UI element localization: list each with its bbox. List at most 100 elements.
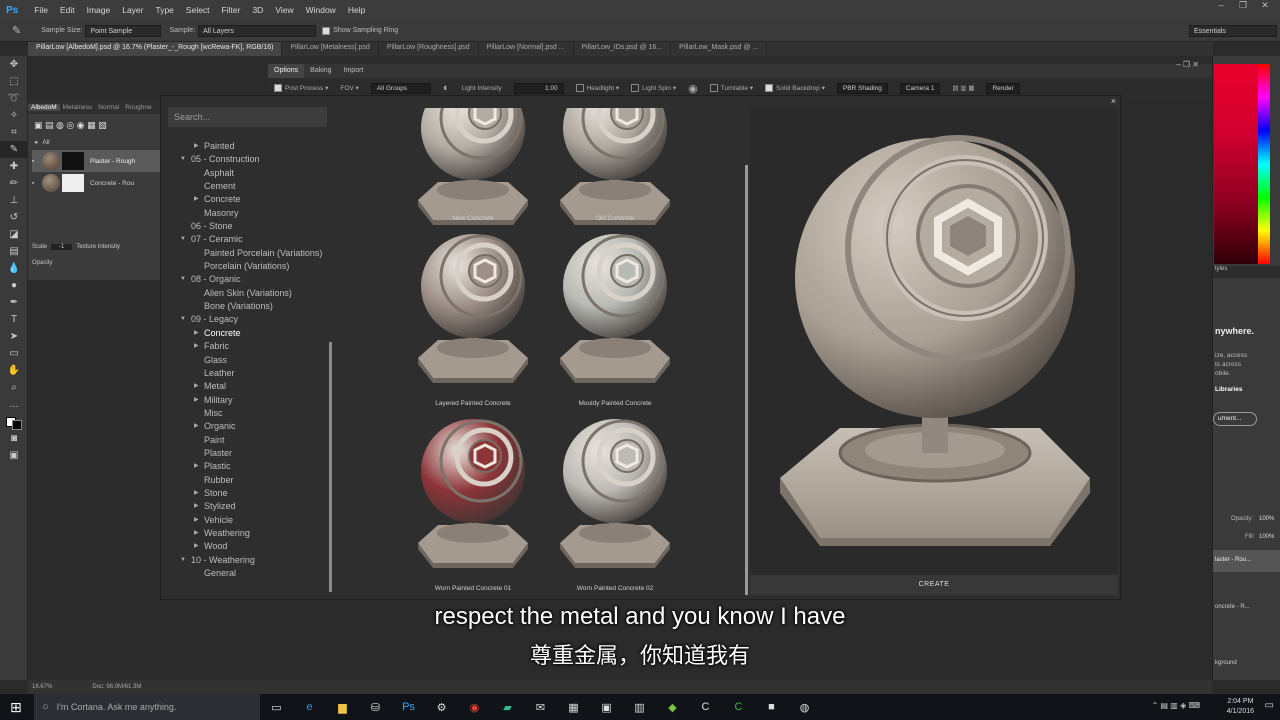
menu-layer[interactable]: Layer [116, 5, 149, 15]
styles-tab[interactable]: tyles [1213, 266, 1280, 278]
tab-normal[interactable]: Normal [95, 104, 122, 111]
chevron-right-icon[interactable]: ▶ [194, 340, 199, 353]
doc-tab[interactable]: PillarLow [AlbedoM].psd @ 16.7% (Plaster… [28, 42, 283, 56]
chevron-down-icon[interactable]: ▼ [180, 554, 186, 567]
cortana-search-box[interactable]: ○ I'm Cortana. Ask me anything. [34, 694, 260, 720]
solid-backdrop-toggle[interactable]: Solid Backdrop ▾ [765, 84, 825, 93]
pen-tool-icon[interactable]: ✒ [0, 294, 28, 311]
sample-layers-select[interactable]: All Layers [198, 24, 317, 37]
create-button[interactable]: CREATE [750, 575, 1118, 595]
quick-mask-icon[interactable]: ◙ [0, 430, 28, 447]
app-icon[interactable]: ■ [755, 694, 788, 720]
chevron-right-icon[interactable]: ▶ [194, 327, 199, 340]
gradient-tool-icon[interactable]: ▤ [0, 243, 28, 260]
shading-select[interactable]: PBR Shading [836, 82, 888, 94]
stamp-tool-icon[interactable]: ⊥ [0, 192, 28, 209]
doc-tab[interactable]: PillarLow [Roughness].psd [379, 42, 479, 56]
more-tools-icon[interactable]: … [0, 396, 28, 413]
tree-item[interactable]: 06 - Stone [170, 220, 330, 233]
tray-icons[interactable]: ⌃ ▤ ▥ ◈ ⌨ [1152, 701, 1200, 710]
store-icon[interactable]: ⛁ [359, 694, 392, 720]
task-view-icon[interactable]: ▭ [260, 694, 293, 720]
chevron-down-icon[interactable]: ▼ [180, 273, 186, 286]
tab-albedo[interactable]: AlbedoM [28, 103, 60, 111]
chevron-right-icon[interactable]: ▶ [194, 460, 199, 473]
tree-item[interactable]: General [170, 567, 330, 580]
chevron-right-icon[interactable]: ▶ [194, 514, 199, 527]
tree-item[interactable]: ▶ Organic [170, 420, 330, 433]
edge-icon[interactable]: e [293, 694, 326, 720]
scale-field[interactable]: -1 [51, 244, 73, 250]
eyedropper-tool-icon[interactable]: ✎ [0, 141, 28, 158]
tree-item[interactable]: ▼ 05 - Construction [170, 153, 330, 166]
app-icon[interactable]: ▦ [557, 694, 590, 720]
material-tile[interactable] [550, 413, 680, 573]
menu-edit[interactable]: Edit [54, 5, 81, 15]
color-swatch-icon[interactable] [0, 413, 28, 430]
panel-window-controls[interactable]: – ❐ ✕ [1176, 60, 1199, 69]
history-brush-icon[interactable]: ↺ [0, 209, 28, 226]
tree-item[interactable]: Cement [170, 180, 330, 193]
taskbar-clock[interactable]: 2:04 PM 4/1/2016 [1227, 697, 1254, 717]
workspace-select[interactable]: Essentials [1189, 24, 1277, 37]
tree-item[interactable]: ▶ Stone [170, 487, 330, 500]
chevron-right-icon[interactable]: ▶ [194, 540, 199, 553]
tree-item[interactable]: ▶ Military [170, 394, 330, 407]
eyedropper-icon[interactable]: ✎ [12, 24, 21, 37]
blur-tool-icon[interactable]: 💧 [0, 260, 28, 277]
tree-item[interactable]: ▶ Concrete [170, 193, 330, 206]
healing-tool-icon[interactable]: ✚ [0, 158, 28, 175]
app-icon[interactable]: C [689, 694, 722, 720]
post-process-toggle[interactable]: Post Process ▾ [274, 84, 328, 93]
marquee-tool-icon[interactable]: ⬚ [0, 73, 28, 90]
tree-item[interactable]: ▼ 07 - Ceramic [170, 233, 330, 246]
environment-icon[interactable]: ◉ [688, 82, 698, 95]
path-select-icon[interactable]: ➤ [0, 328, 28, 345]
tree-item[interactable]: Asphalt [170, 167, 330, 180]
menu-view[interactable]: View [269, 5, 299, 15]
tab-baking[interactable]: Baking [304, 64, 337, 78]
chevron-right-icon[interactable]: ▶ [194, 487, 199, 500]
hand-tool-icon[interactable]: ✋ [0, 362, 28, 379]
dodge-tool-icon[interactable]: ● [0, 277, 28, 294]
light-intensity-field[interactable]: 1.00 [513, 82, 564, 94]
windows-start-icon[interactable]: ⊞ [10, 699, 22, 716]
menu-type[interactable]: Type [149, 5, 179, 15]
chevron-right-icon[interactable]: ▶ [194, 500, 199, 513]
tree-item[interactable]: ▶ Weathering [170, 527, 330, 540]
chevron-down-icon[interactable]: ▼ [180, 153, 186, 166]
tree-item[interactable]: ▶ Concrete [170, 327, 330, 340]
render-button[interactable]: Render [986, 82, 1020, 94]
app-icon[interactable]: C [722, 694, 755, 720]
groups-select[interactable]: All Groups [370, 82, 431, 94]
material-tile[interactable] [408, 228, 538, 388]
app-icon[interactable]: ◍ [788, 694, 821, 720]
tree-item[interactable]: ▶ Stylized [170, 500, 330, 513]
tree-item[interactable]: ▼ 09 - Legacy [170, 313, 330, 326]
tree-item[interactable]: Leather [170, 367, 330, 380]
chevron-right-icon[interactable]: ▶ [194, 420, 199, 433]
chevron-right-icon[interactable]: ▶ [194, 193, 199, 206]
show-ring-checkbox[interactable] [322, 26, 331, 35]
menu-help[interactable]: Help [342, 5, 371, 15]
chevron-right-icon[interactable]: ▶ [194, 380, 199, 393]
hue-slider[interactable] [1258, 64, 1270, 264]
grid-scrollbar[interactable] [745, 165, 748, 595]
eraser-tool-icon[interactable]: ◪ [0, 226, 28, 243]
chevron-right-icon[interactable]: ▶ [194, 527, 199, 540]
chrome-icon[interactable]: ◉ [458, 694, 491, 720]
tree-item[interactable]: Painted Porcelain (Variations) [170, 247, 330, 260]
menu-select[interactable]: Select [180, 5, 216, 15]
doc-tab[interactable]: PillarLow_Mask.psd @ ... [671, 42, 768, 56]
tab-metalness[interactable]: Metalness [60, 104, 96, 111]
layer-filter[interactable]: ◂ All [28, 136, 160, 150]
chevron-down-icon[interactable]: ▼ [180, 313, 186, 326]
turntable-toggle[interactable]: Turntable ▾ [709, 84, 753, 93]
screen-mode-icon[interactable]: ▣ [0, 447, 28, 464]
app-icon[interactable]: ✉ [524, 694, 557, 720]
file-icon[interactable]: ▤ ▥ ▦ [952, 84, 974, 92]
material-tile[interactable] [408, 108, 538, 230]
tree-item[interactable]: ▶ Vehicle [170, 514, 330, 527]
app-icon[interactable]: ▣ [590, 694, 623, 720]
type-tool-icon[interactable]: T [0, 311, 28, 328]
